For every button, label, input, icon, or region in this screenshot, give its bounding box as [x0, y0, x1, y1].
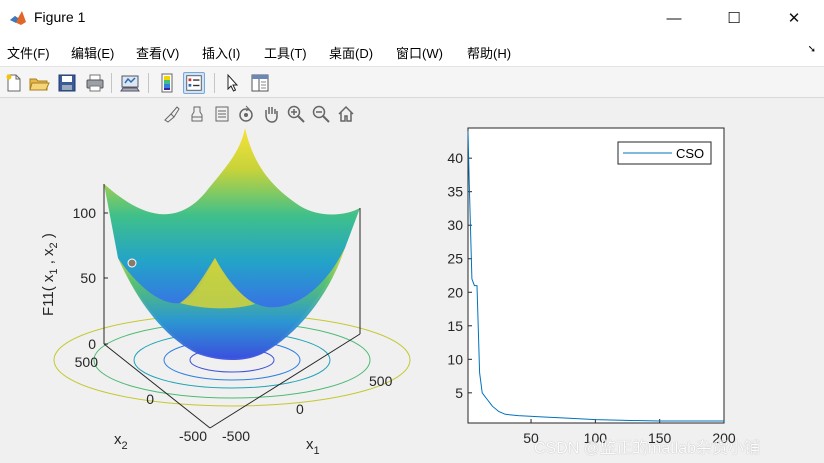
legend-icon[interactable] — [183, 72, 205, 94]
y-tick-label: 5 — [455, 385, 463, 401]
z-tick-label: 50 — [80, 270, 96, 286]
z-axis-label: F11( x1 , x2 ) — [40, 233, 60, 316]
figure-canvas: 100 50 0 F11( x1 , x2 ) 500 0 -500 x2 -5… — [0, 98, 824, 463]
close-icon: ✕ — [787, 10, 801, 27]
x2-tick-label: 0 — [146, 391, 154, 407]
dock-arrow-icon[interactable]: ➘ — [808, 44, 816, 55]
z-tick-label: 0 — [88, 336, 96, 352]
y-tick-label: 30 — [447, 217, 463, 233]
surface-axes[interactable]: 100 50 0 F11( x1 , x2 ) 500 0 -500 x2 -5… — [0, 98, 420, 463]
z-tick-label: 100 — [73, 205, 97, 221]
link-plot-icon[interactable] — [119, 72, 141, 94]
x1-tick-label: -500 — [222, 428, 250, 444]
menu-bar: 文件(F) 编辑(E) 查看(V) 插入(I) 工具(T) 桌面(D) 窗口(W… — [0, 36, 824, 66]
legend-label: CSO — [676, 146, 704, 161]
title-bar: Figure 1 — ☐ ✕ — [0, 0, 824, 36]
menu-file[interactable]: 文件(F) — [7, 43, 50, 62]
x2-axis-label: x2 — [114, 431, 128, 452]
save-icon[interactable] — [56, 72, 78, 94]
open-file-icon[interactable] — [28, 72, 50, 94]
y-tick-label: 10 — [447, 351, 463, 367]
figure-toolbar — [0, 66, 824, 98]
x2-tick-label: -500 — [179, 428, 207, 444]
watermark-text: CSDN @监正的matlab杂货小铺 — [534, 440, 761, 457]
maximize-icon: ☐ — [727, 10, 741, 27]
maximize-button[interactable]: ☐ — [704, 0, 764, 36]
toolbar-separator — [214, 73, 215, 93]
x2-tick-label: 500 — [75, 354, 99, 370]
close-button[interactable]: ✕ — [764, 0, 824, 36]
pointer-icon[interactable] — [222, 72, 244, 94]
x1-tick-label: 0 — [296, 401, 304, 417]
x1-axis-label: x1 — [306, 436, 320, 457]
menu-window[interactable]: 窗口(W) — [396, 43, 443, 62]
surface-point-marker — [127, 258, 137, 268]
toolbar-separator — [111, 73, 112, 93]
legend: CSO — [617, 141, 712, 165]
plot-box — [467, 127, 725, 424]
menu-tools[interactable]: 工具(T) — [264, 43, 307, 62]
window-title: Figure 1 — [34, 9, 86, 25]
new-figure-icon[interactable] — [3, 72, 25, 94]
toolbar-separator — [148, 73, 149, 93]
menu-view[interactable]: 查看(V) — [136, 43, 179, 62]
y-tick-label: 20 — [447, 284, 463, 300]
menu-insert[interactable]: 插入(I) — [202, 43, 240, 62]
menu-edit[interactable]: 编辑(E) — [71, 43, 114, 62]
menu-desktop[interactable]: 桌面(D) — [329, 43, 373, 62]
y-tick-label: 15 — [447, 318, 463, 334]
matlab-logo-icon — [10, 11, 26, 25]
y-tick-label: 40 — [447, 150, 463, 166]
minimize-button[interactable]: — — [644, 0, 704, 36]
menu-help[interactable]: 帮助(H) — [467, 43, 511, 62]
y-tick-label: 35 — [447, 184, 463, 200]
convergence-axes[interactable]: 510152025303540 50 100 150 200 CSO — [420, 98, 824, 463]
minimize-icon: — — [666, 9, 682, 27]
x1-tick-label: 500 — [369, 373, 393, 389]
colorbar-icon[interactable] — [156, 72, 178, 94]
y-tick-label: 25 — [447, 251, 463, 267]
property-inspector-icon[interactable] — [249, 72, 271, 94]
print-icon[interactable] — [84, 72, 106, 94]
